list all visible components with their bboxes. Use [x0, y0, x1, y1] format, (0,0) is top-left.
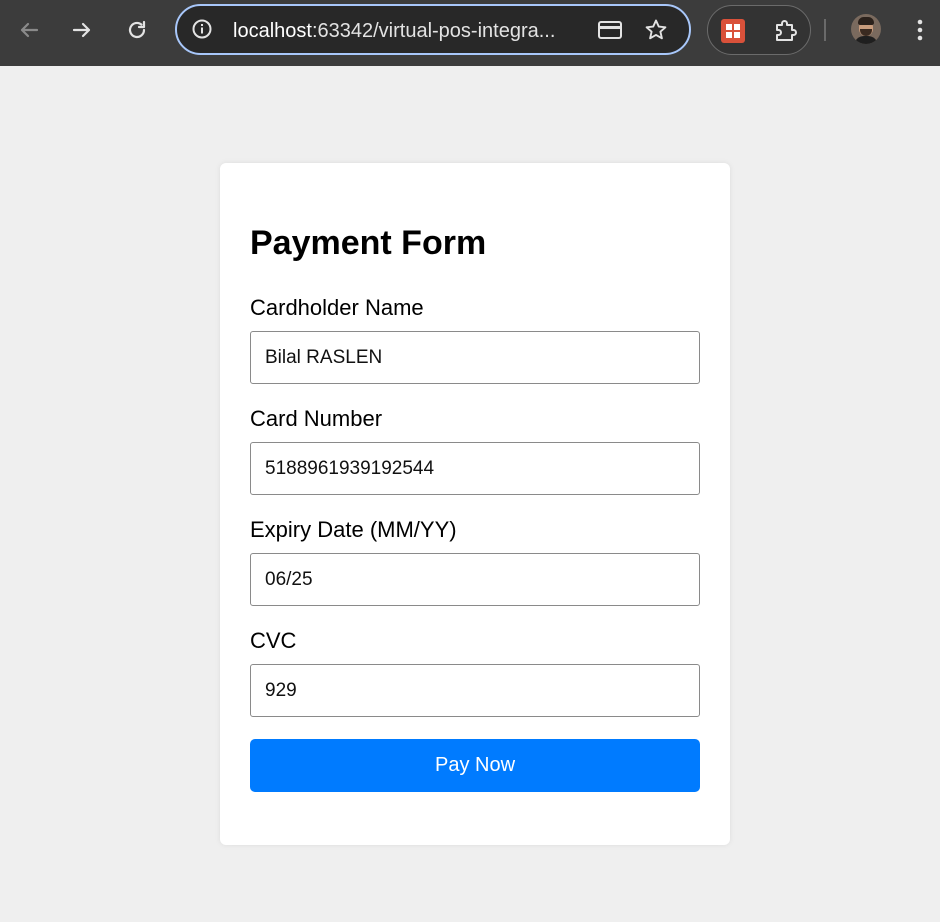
address-bar[interactable]: localhost:63342/virtual-pos-integra... [175, 4, 691, 55]
credit-card-icon[interactable] [597, 19, 623, 41]
office-extension-icon[interactable] [721, 19, 745, 43]
url-path: :63342/virtual-pos-integra... [311, 20, 556, 42]
browser-toolbar: localhost:63342/virtual-pos-integra... [0, 0, 940, 66]
cvc-input[interactable] [250, 664, 700, 717]
reload-icon [128, 20, 146, 39]
cardholder-name-input[interactable] [250, 331, 700, 384]
back-button[interactable] [12, 13, 46, 47]
payment-form: Payment Form Cardholder Name Card Number… [220, 163, 730, 845]
star-icon[interactable] [644, 18, 668, 42]
cvc-label: CVC [250, 628, 297, 653]
forward-button[interactable] [65, 13, 99, 47]
pay-now-button[interactable]: Pay Now [250, 739, 700, 792]
card-number-label: Card Number [250, 406, 383, 431]
avatar[interactable] [851, 14, 881, 44]
extensions-area [707, 5, 811, 55]
expiry-date-input[interactable] [250, 553, 700, 606]
puzzle-icon[interactable] [772, 18, 798, 44]
expiry-date-label: Expiry Date (MM/YY) [250, 517, 457, 542]
page-title: Payment Form [250, 224, 487, 262]
cardholder-name-label: Cardholder Name [250, 295, 424, 320]
url-host: localhost [233, 20, 312, 42]
reload-button[interactable] [120, 13, 154, 47]
back-arrow-icon [20, 22, 39, 38]
url-text[interactable]: localhost:63342/virtual-pos-integra... [233, 19, 578, 43]
forward-arrow-icon [72, 22, 91, 38]
info-icon[interactable] [191, 18, 213, 40]
kebab-menu-icon[interactable] [908, 17, 932, 43]
card-number-input[interactable] [250, 442, 700, 495]
toolbar-divider [824, 19, 826, 41]
